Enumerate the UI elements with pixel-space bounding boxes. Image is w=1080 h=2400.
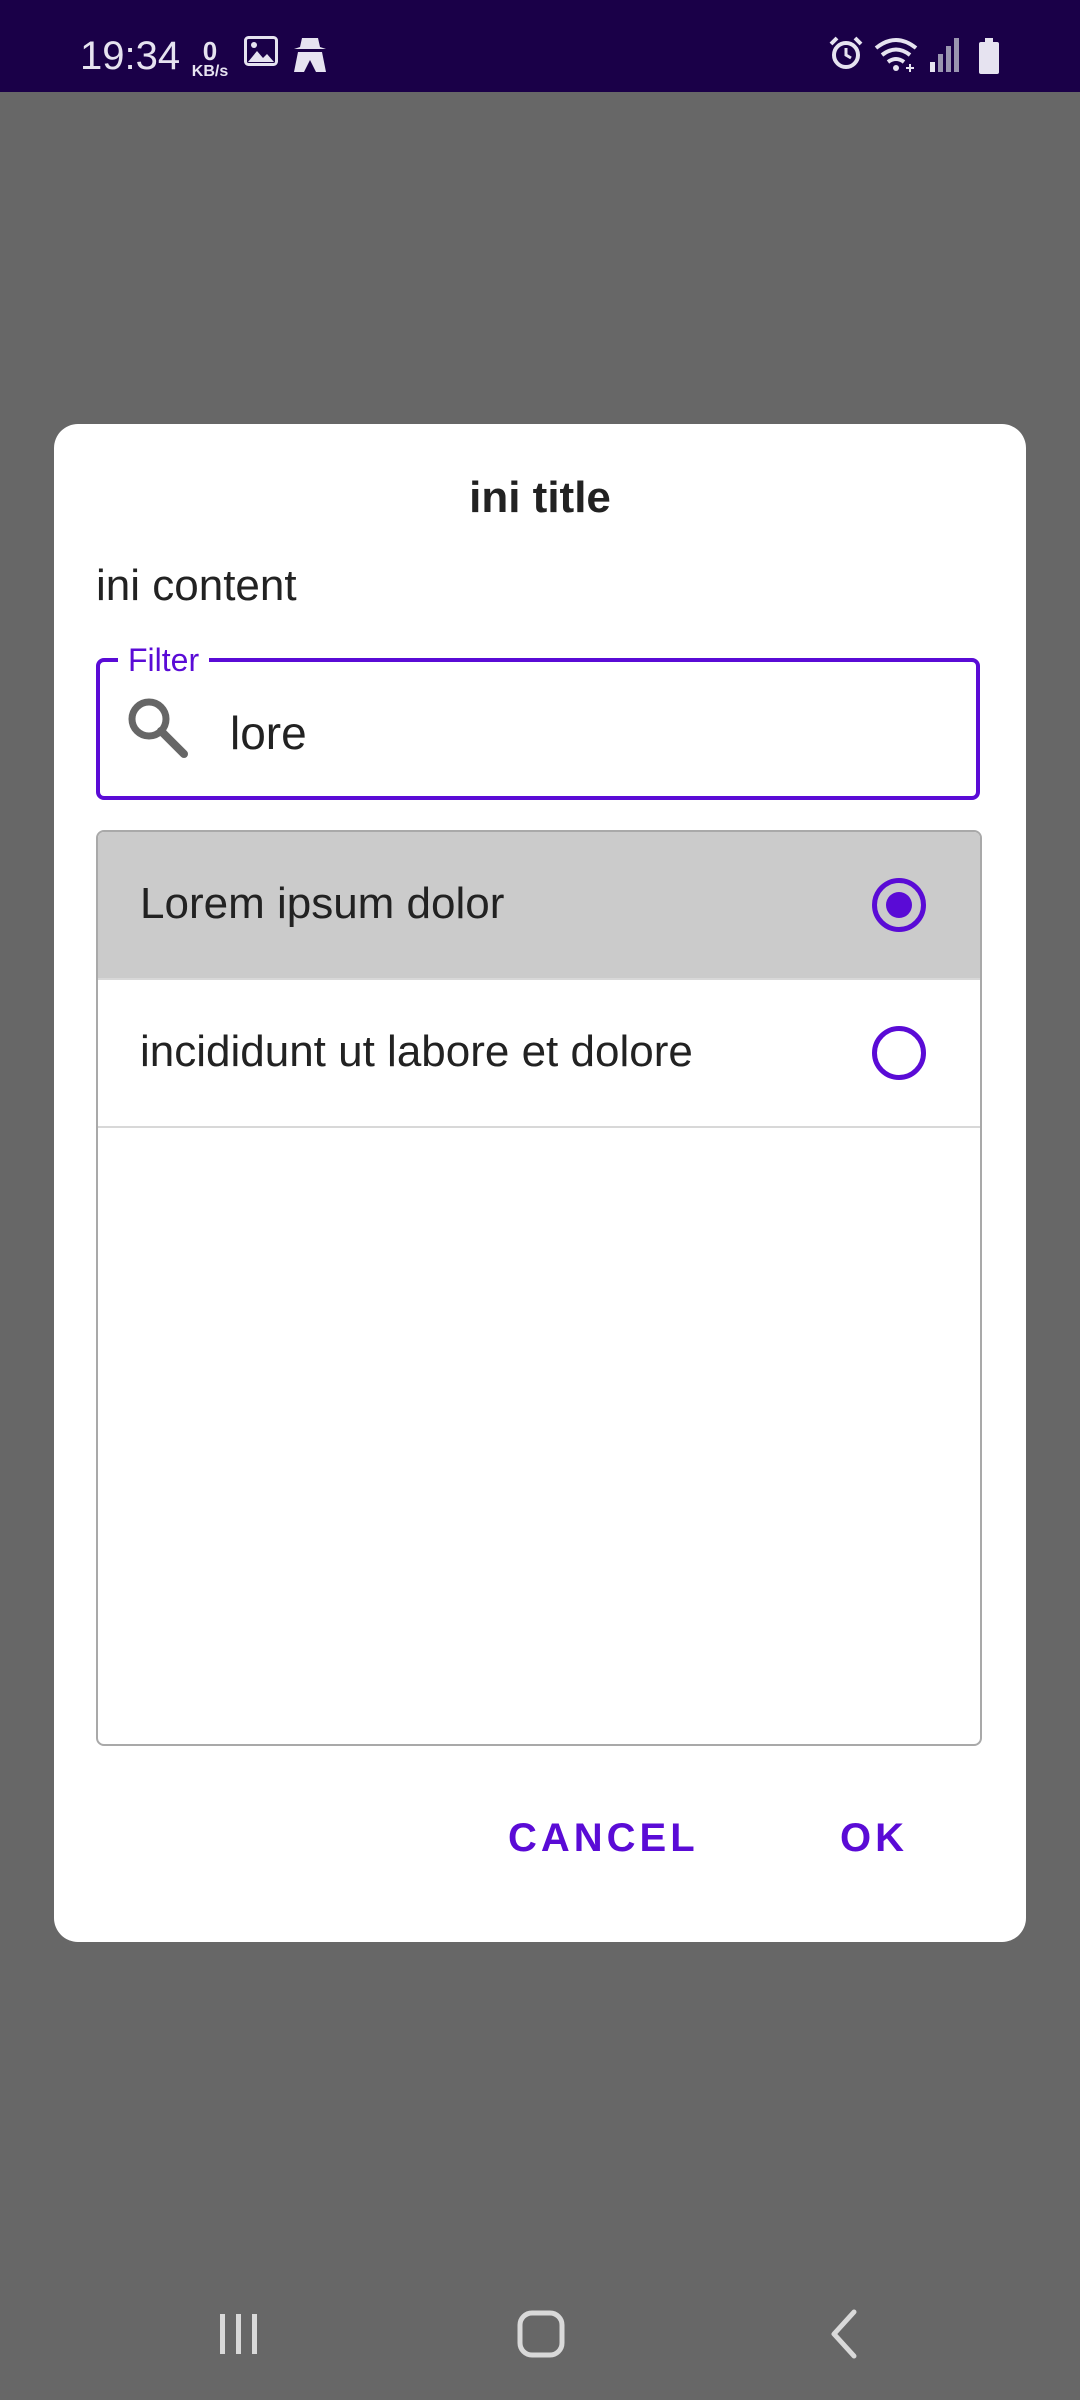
network-speed: 0 KB/s <box>188 38 232 80</box>
list-item-label: incididunt ut labore et dolore <box>140 1027 693 1076</box>
home-icon[interactable] <box>512 2306 570 2362</box>
recents-icon[interactable] <box>214 2306 264 2362</box>
list-item[interactable]: Lorem ipsum dolor <box>98 832 980 980</box>
image-icon <box>244 36 278 66</box>
dialog-content: ini content <box>96 561 297 610</box>
incognito-icon <box>294 38 326 72</box>
radio-button[interactable] <box>872 1026 926 1080</box>
ok-button[interactable]: OK <box>840 1806 908 1870</box>
wifi-icon <box>874 38 918 72</box>
dialog-title: ini title <box>469 473 611 522</box>
options-list: Lorem ipsum dolor incididunt ut labore e… <box>96 830 982 1746</box>
network-speed-value: 0 <box>202 36 218 66</box>
search-icon <box>128 698 188 758</box>
list-item[interactable]: incididunt ut labore et dolore <box>98 980 980 1128</box>
filter-input[interactable] <box>230 700 930 766</box>
alarm-icon <box>829 36 863 69</box>
battery-icon <box>979 38 999 74</box>
radio-dot <box>886 892 912 918</box>
back-icon[interactable] <box>820 2306 870 2362</box>
signal-icon <box>930 38 959 72</box>
filter-label: Filter <box>118 640 210 680</box>
list-item-label: Lorem ipsum dolor <box>140 879 505 928</box>
radio-button-selected[interactable] <box>872 878 926 932</box>
cancel-button[interactable]: CANCEL <box>508 1806 699 1870</box>
network-speed-unit: KB/s <box>191 63 229 80</box>
status-bar: 19:34 0 KB/s <box>0 0 1080 92</box>
status-time: 19:34 <box>80 34 181 78</box>
